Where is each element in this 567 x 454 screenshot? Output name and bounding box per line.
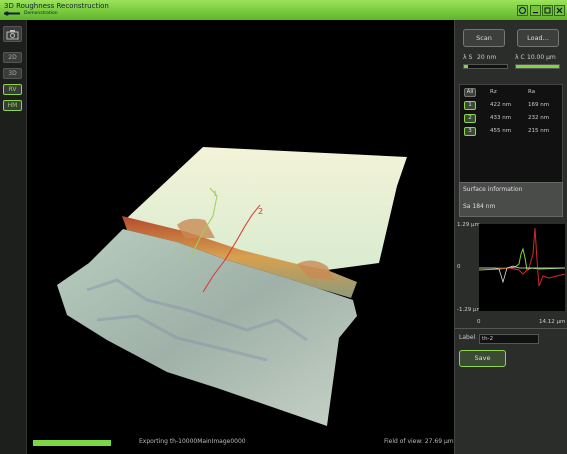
lambda-s-slider-fill: [464, 65, 469, 68]
profile-series-white: [479, 265, 565, 284]
rz-value: 422 nm: [490, 102, 512, 108]
view-2d-button[interactable]: 2D: [3, 52, 22, 63]
help-button[interactable]: [517, 5, 528, 16]
ra-value: 232 nm: [528, 115, 550, 121]
table-row[interactable]: 2 433 nm 232 nm: [460, 114, 562, 124]
left-toolbar: 2D 3D RV HM: [0, 20, 27, 454]
close-button[interactable]: [554, 5, 565, 16]
select-all-button[interactable]: All: [464, 88, 476, 97]
profile-series-red: [479, 227, 566, 287]
3d-viewport[interactable]: 1 2 Exporting th-10000MainImage0000 Fiel…: [27, 20, 454, 454]
surface-info-title: Surface information: [463, 186, 523, 193]
camera-icon: [6, 30, 19, 40]
scan-button[interactable]: Scan: [463, 29, 505, 47]
profile-plot: [478, 227, 566, 287]
close-icon: [556, 7, 563, 14]
window-title: 3D Roughness Reconstruction: [4, 2, 109, 10]
table-row[interactable]: 3 455 nm 215 nm: [460, 127, 562, 137]
field-of-view-text: Field of view: 27.69 µm: [384, 438, 454, 445]
profile-y-max-label: 1.29 µm: [457, 222, 480, 228]
rz-value: 455 nm: [490, 128, 512, 134]
table-row[interactable]: 1 422 nm 169 nm: [460, 101, 562, 111]
col-rz-header: Rz: [490, 89, 497, 95]
view-rv-button[interactable]: RV: [3, 84, 22, 95]
profile-chart[interactable]: [478, 224, 566, 311]
minimize-button[interactable]: [530, 5, 541, 16]
surface-render[interactable]: 1 2: [27, 20, 453, 430]
profile-marker-2-label: 2: [258, 207, 263, 216]
window-subtitle: Demonstration: [24, 11, 58, 16]
lambda-s-value: 20 nm: [477, 54, 497, 61]
lambda-c-slider[interactable]: [515, 64, 560, 69]
app-logo-icon: [4, 11, 20, 16]
lambda-c-value: 10.00 µm: [527, 54, 556, 61]
lambda-c-slider-fill: [516, 65, 559, 68]
row-select-button[interactable]: 1: [464, 101, 476, 110]
row-select-button[interactable]: 3: [464, 127, 476, 136]
lambda-s-label: λ S: [463, 54, 473, 61]
profile-marker-1-label: 1: [213, 190, 217, 198]
sync-icon: [519, 7, 526, 14]
maximize-icon: [544, 7, 551, 14]
camera-tool-button[interactable]: [3, 26, 22, 42]
export-progress-bar: [33, 440, 111, 446]
divider: [455, 328, 567, 329]
profile-y-mid-label: 0: [457, 264, 461, 270]
profile-x-min-label: 0: [477, 319, 481, 325]
results-header: All Rz Ra: [460, 88, 562, 98]
save-button[interactable]: Save: [459, 350, 506, 367]
row-select-button[interactable]: 2: [464, 114, 476, 123]
minimize-icon: [533, 12, 538, 14]
profile-series-green: [478, 247, 566, 271]
rz-value: 433 nm: [490, 115, 512, 121]
maximize-button[interactable]: [542, 5, 553, 16]
col-ra-header: Ra: [528, 89, 536, 95]
label-caption: Label: [459, 334, 476, 341]
lambda-s-slider[interactable]: [463, 64, 508, 69]
view-hm-button[interactable]: HM: [3, 100, 22, 111]
roughness-results-table: All Rz Ra 1 422 nm 169 nm 2 433 nm 232 n…: [459, 84, 563, 195]
right-panel: Scan Load... λ S 20 nm λ C 10.00 µm All …: [454, 20, 567, 454]
surface-information-panel: Surface information Sa 184 nm: [459, 182, 563, 217]
label-input[interactable]: th-2: [479, 334, 539, 344]
title-bar: 3D Roughness Reconstruction Demonstratio…: [0, 0, 567, 20]
app-window: 3D Roughness Reconstruction Demonstratio…: [0, 0, 567, 454]
lambda-c-label: λ C: [515, 54, 525, 61]
ra-value: 215 nm: [528, 128, 550, 134]
export-status-text: Exporting th-10000MainImage0000: [139, 438, 246, 445]
view-3d-button[interactable]: 3D: [3, 68, 22, 79]
load-button[interactable]: Load...: [517, 29, 559, 47]
surface-sa-value: Sa 184 nm: [463, 203, 496, 210]
ra-value: 169 nm: [528, 102, 550, 108]
profile-x-max-label: 14.12 µm: [539, 319, 566, 325]
